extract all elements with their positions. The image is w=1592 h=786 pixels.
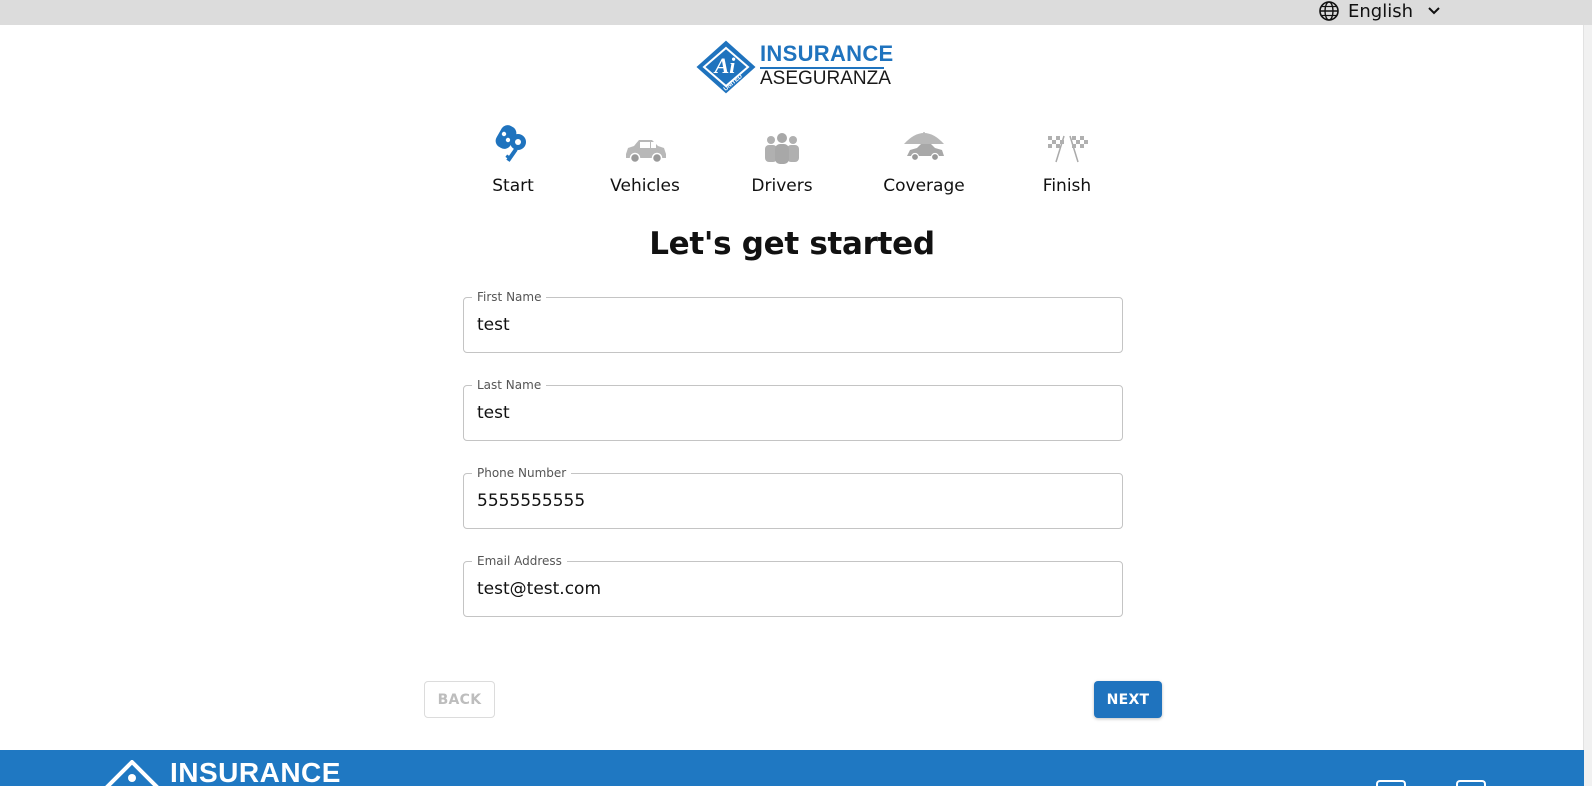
top-bar: English [0,0,1592,25]
people-icon [762,132,802,168]
step-label: Drivers [751,176,813,196]
step-drivers[interactable]: Drivers [727,128,837,196]
brand-word-aseguranza: ASEGURANZA [760,68,891,89]
step-label: Vehicles [610,176,680,196]
email-address-field[interactable]: Email Address [463,553,1123,617]
umbrella-car-icon [901,128,947,168]
step-label: Finish [1042,176,1092,196]
step-label: Start [492,176,534,196]
language-label: English [1348,0,1413,22]
car-icon [622,136,668,168]
language-selector[interactable]: English [1318,0,1441,22]
phone-number-input[interactable] [477,474,1097,528]
footer: INSURANCE [0,750,1584,786]
brand-mark-icon: Ai UNITED [696,40,756,94]
brand-word-insurance: INSURANCE [760,41,894,66]
social-icon[interactable] [1376,780,1406,786]
email-address-input[interactable] [477,562,1097,616]
svg-text:Ai: Ai [713,53,737,78]
first-name-field[interactable]: First Name [463,289,1123,353]
next-button[interactable]: NEXT [1094,681,1162,718]
step-finish[interactable]: Finish [1012,128,1122,196]
social-icon[interactable] [1456,780,1486,786]
last-name-input[interactable] [477,386,1097,440]
footer-brand-mark-icon [104,759,160,786]
step-coverage[interactable]: Coverage [869,128,979,196]
page-scrollbar[interactable] [1583,25,1592,786]
page-title: Let's get started [649,226,935,262]
chevron-down-icon [1427,6,1441,16]
progress-steps: Start Vehicles Drivers Coverage Finish [470,125,1110,198]
footer-brand-word: INSURANCE [170,757,341,786]
globe-icon [1318,0,1340,22]
brand-logo[interactable]: Ai UNITED INSURANCE ASEGURANZA [696,40,893,94]
last-name-field[interactable]: Last Name [463,377,1123,441]
phone-number-field[interactable]: Phone Number [463,465,1123,529]
checkered-flags-icon [1044,132,1090,168]
step-vehicles[interactable]: Vehicles [590,128,700,196]
back-button[interactable]: BACK [424,681,495,718]
step-start[interactable]: Start [458,125,568,196]
keys-icon [492,122,534,168]
first-name-input[interactable] [477,298,1097,352]
step-label: Coverage [883,176,965,196]
